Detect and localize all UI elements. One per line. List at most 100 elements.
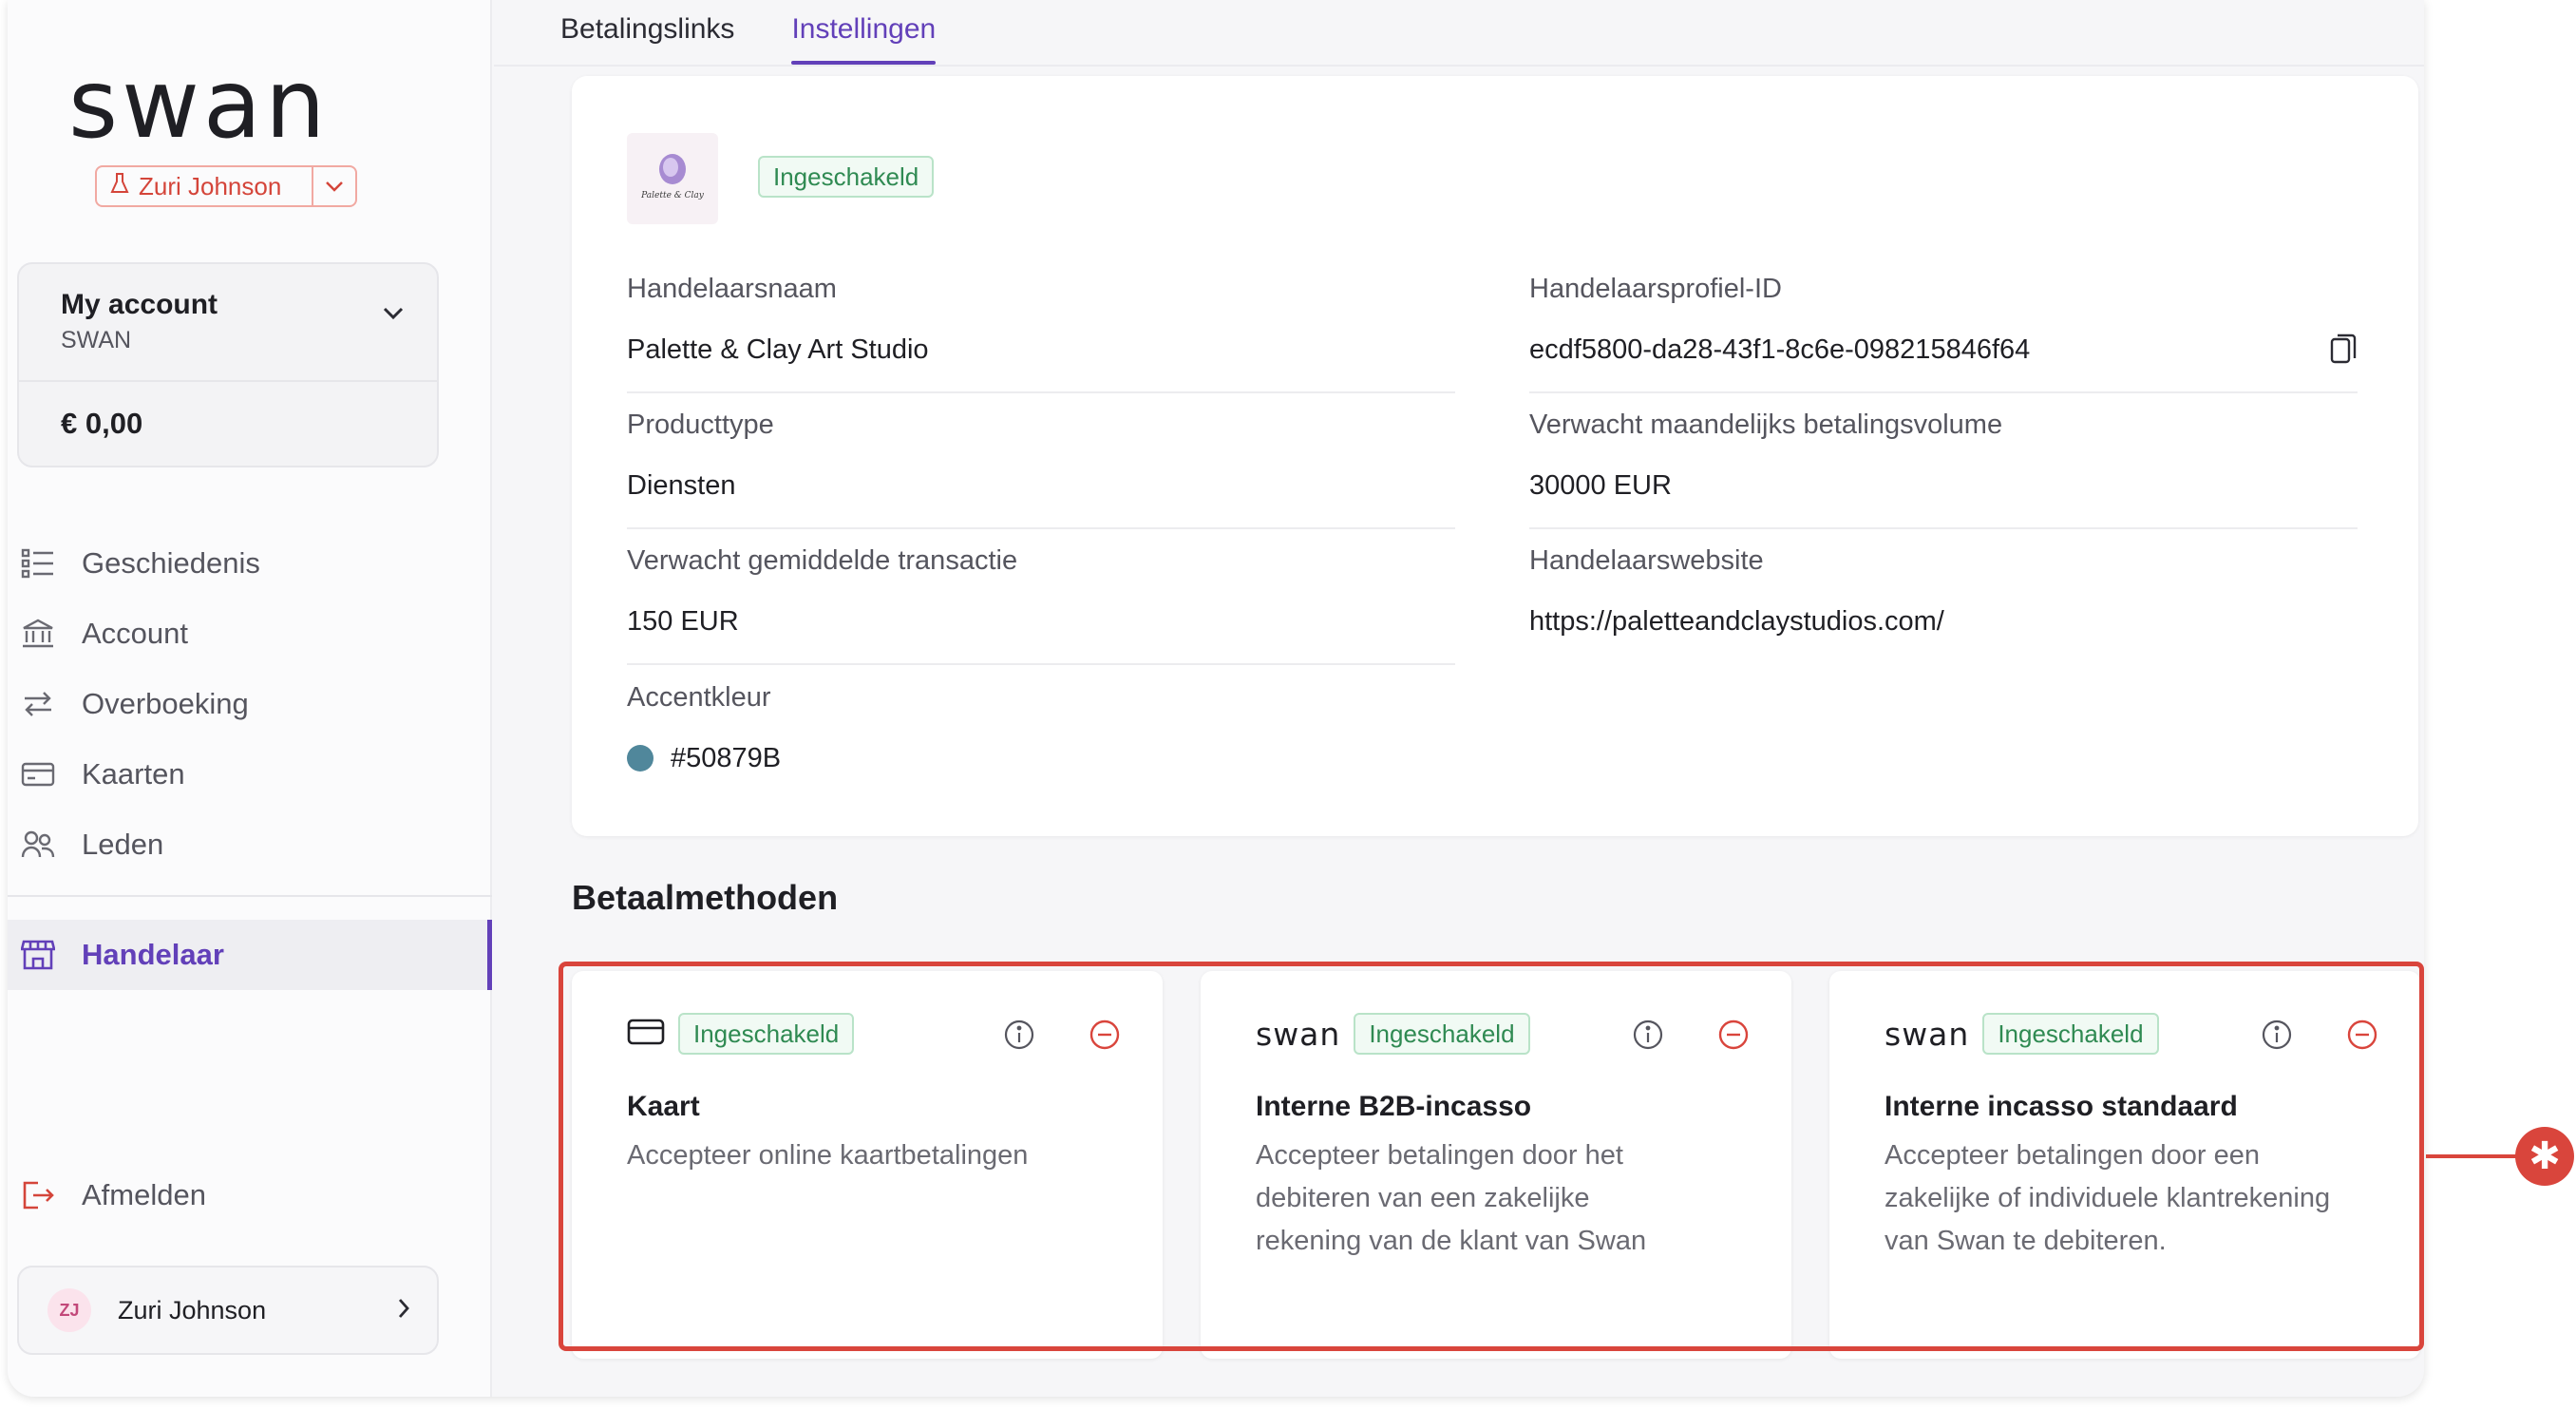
- sidebar-nav: Geschiedenis Account Overboeking Kaarten: [8, 528, 492, 880]
- tab-instellingen[interactable]: Instellingen: [791, 0, 936, 65]
- divider: [1529, 391, 2358, 393]
- chevron-right-icon: [397, 1297, 410, 1324]
- field-value: #50879B: [671, 742, 782, 773]
- disable-icon[interactable]: [2346, 1019, 2378, 1056]
- field-label: Verwacht maandelijks betalingsvolume: [1529, 410, 2003, 440]
- user-menu[interactable]: ZJ Zuri Johnson: [17, 1266, 439, 1355]
- svg-text:Palette & Clay: Palette & Clay: [640, 191, 705, 200]
- sidebar-item-label: Handelaar: [82, 938, 224, 971]
- payment-method-description: Accepteer betalingen door een zakelijke …: [1885, 1140, 2331, 1256]
- divider: [8, 895, 492, 897]
- main-content: Betalingslinks Instellingen Palette & Cl…: [494, 0, 2424, 1397]
- swan-logo: swan: [1256, 1015, 1341, 1053]
- account-title: My account: [61, 289, 218, 320]
- status-badge: Ingeschakeld: [758, 156, 935, 198]
- payment-method-name: Interne incasso standaard: [1885, 1091, 2238, 1122]
- info-icon[interactable]: [1632, 1019, 1664, 1056]
- chevron-down-icon[interactable]: [312, 167, 355, 205]
- field-merchant-name: Handelaarsnaam Palette & Clay Art Studio: [627, 274, 1455, 393]
- avatar: ZJ: [47, 1288, 91, 1332]
- active-indicator: [487, 920, 492, 990]
- field-website: Handelaarswebsite https://paletteandclay…: [1529, 545, 2358, 640]
- store-icon: [19, 936, 57, 974]
- tab-betalingslinks[interactable]: Betalingslinks: [560, 0, 734, 65]
- field-value: 30000 EUR: [1529, 469, 1672, 501]
- field-profile-id: Handelaarsprofiel-ID ecdf5800-da28-43f1-…: [1529, 274, 2358, 393]
- members-icon: [19, 826, 57, 864]
- sidebar-item-handelaar[interactable]: Handelaar: [8, 920, 492, 990]
- merchant-profile-card: Palette & Clay Ingeschakeld Handelaarsna…: [572, 76, 2418, 836]
- payment-method-name: Interne B2B-incasso: [1256, 1091, 1532, 1122]
- field-product-type: Producttype Diensten: [627, 410, 1455, 529]
- status-badge: Ingeschakeld: [678, 1013, 855, 1055]
- payment-method-description: Accepteer online kaartbetalingen: [627, 1140, 1029, 1171]
- field-value: https://paletteandclaystudios.com/: [1529, 605, 1944, 637]
- logout-icon: [19, 1176, 57, 1214]
- divider: [627, 663, 1455, 665]
- info-icon[interactable]: [1003, 1019, 1035, 1056]
- divider: [627, 527, 1455, 529]
- field-value: 150 EUR: [627, 605, 739, 637]
- card-icon: [627, 1018, 665, 1051]
- field-label: Verwacht gemiddelde transactie: [627, 545, 1018, 576]
- field-accent-color: Accentkleur #50879B: [627, 682, 1455, 777]
- copy-icon[interactable]: [2329, 333, 2358, 370]
- transfer-icon: [19, 685, 57, 723]
- field-value: ecdf5800-da28-43f1-8c6e-098215846f64: [1529, 333, 2031, 365]
- swan-logo: swan: [68, 63, 330, 154]
- sidebar-item-label: Leden: [82, 828, 164, 861]
- info-icon[interactable]: [2261, 1019, 2293, 1056]
- list-icon: [19, 544, 57, 582]
- logout-label: Afmelden: [82, 1178, 206, 1211]
- field-avg-transaction: Verwacht gemiddelde transactie 150 EUR: [627, 545, 1455, 665]
- field-value: Palette & Clay Art Studio: [627, 333, 929, 365]
- tab-bar: Betalingslinks Instellingen: [560, 0, 936, 65]
- sidebar-item-label: Account: [82, 617, 189, 650]
- card-icon: [19, 755, 57, 793]
- field-label: Accentkleur: [627, 682, 771, 713]
- sidebar-item-label: Overboeking: [82, 687, 249, 720]
- svg-text:swan: swan: [68, 63, 330, 154]
- field-label: Handelaarswebsite: [1529, 545, 1764, 576]
- field-label: Producttype: [627, 410, 774, 440]
- sidebar-item-overboeking[interactable]: Overboeking: [8, 669, 492, 739]
- account-subtitle: SWAN: [61, 327, 132, 353]
- divider: [1529, 527, 2358, 529]
- payment-method-card: swan Ingeschakeld Interne B2B-incasso Ac…: [1201, 971, 1791, 1359]
- divider: [494, 65, 2424, 67]
- chevron-down-icon[interactable]: [382, 306, 405, 326]
- payment-method-card: swan Ingeschakeld Interne incasso standa…: [1829, 971, 2420, 1359]
- callout-marker: ✱: [2515, 1127, 2574, 1186]
- app-window: swan Zuri Johnson My account SWAN € 0,00: [8, 0, 2424, 1397]
- account-switcher[interactable]: My account SWAN € 0,00: [17, 262, 439, 467]
- user-name: Zuri Johnson: [118, 1295, 267, 1324]
- color-swatch: [627, 745, 653, 772]
- field-label: Handelaarsnaam: [627, 274, 837, 304]
- swan-logo: swan: [1885, 1015, 1970, 1053]
- sidebar-item-leden[interactable]: Leden: [8, 810, 492, 880]
- sidebar-item-geschiedenis[interactable]: Geschiedenis: [8, 528, 492, 599]
- status-badge: Ingeschakeld: [1982, 1013, 2159, 1055]
- disable-icon[interactable]: [1717, 1019, 1750, 1056]
- sidebar-item-account[interactable]: Account: [8, 599, 492, 669]
- callout-line: [2426, 1154, 2517, 1158]
- account-balance: € 0,00: [61, 407, 143, 440]
- project-name: Zuri Johnson: [139, 171, 282, 200]
- field-monthly-volume: Verwacht maandelijks betalingsvolume 300…: [1529, 410, 2358, 529]
- payment-method-name: Kaart: [627, 1091, 700, 1122]
- divider: [19, 380, 437, 382]
- merchant-logo: Palette & Clay: [627, 133, 718, 224]
- logout-button[interactable]: Afmelden: [19, 1176, 206, 1214]
- flask-icon: [110, 172, 129, 201]
- status-badge: Ingeschakeld: [1354, 1013, 1530, 1055]
- field-label: Handelaarsprofiel-ID: [1529, 274, 1782, 304]
- bank-icon: [19, 615, 57, 653]
- divider: [627, 391, 1455, 393]
- sidebar-item-label: Kaarten: [82, 757, 185, 791]
- field-value: Diensten: [627, 469, 736, 501]
- project-switcher[interactable]: Zuri Johnson: [95, 165, 357, 207]
- sidebar-item-kaarten[interactable]: Kaarten: [8, 739, 492, 810]
- disable-icon[interactable]: [1089, 1019, 1121, 1056]
- sidebar-item-label: Geschiedenis: [82, 546, 260, 580]
- sidebar: swan Zuri Johnson My account SWAN € 0,00: [8, 0, 492, 1397]
